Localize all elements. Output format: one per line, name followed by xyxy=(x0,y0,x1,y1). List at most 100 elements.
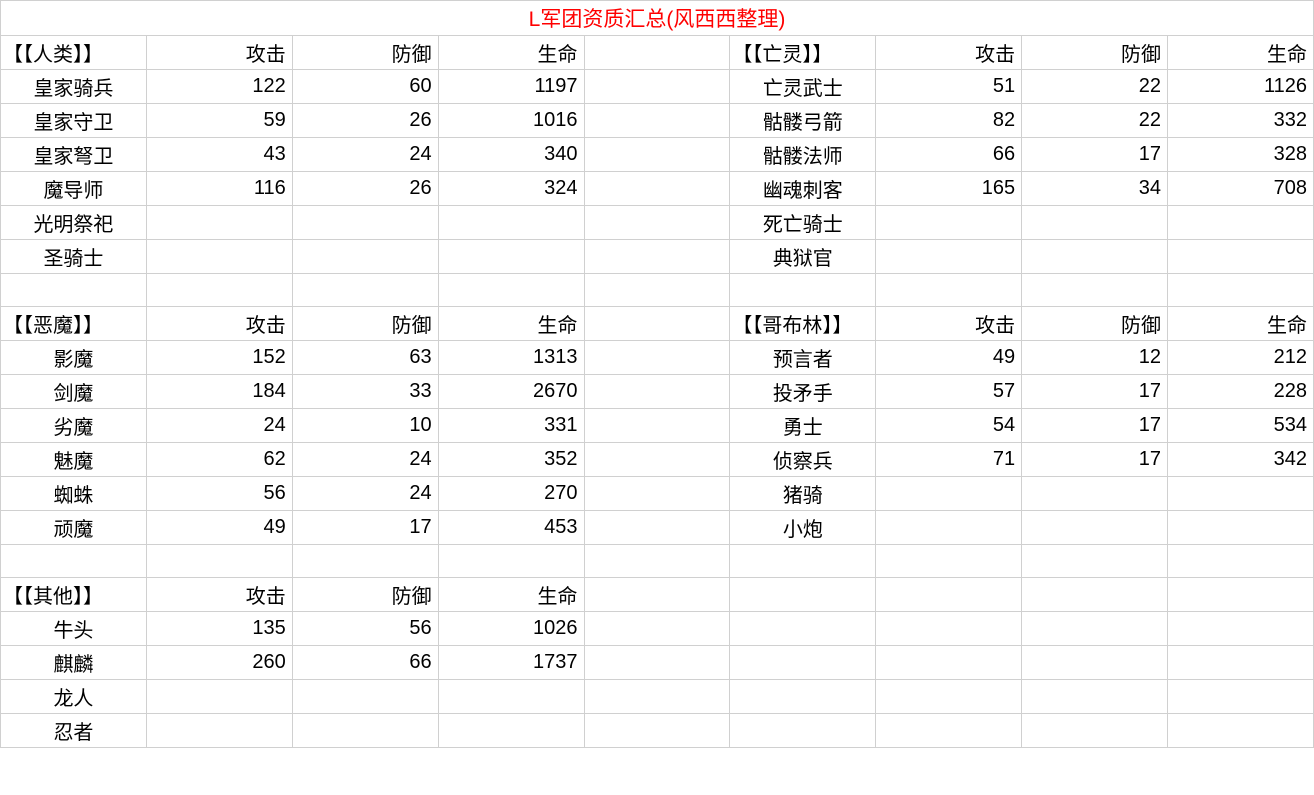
unit-name: 投矛手 xyxy=(730,375,876,409)
col-header-attack: 攻击 xyxy=(146,36,292,70)
col-header-defense: 防御 xyxy=(292,36,438,70)
unit-life: 1197 xyxy=(438,70,584,104)
unit-life xyxy=(1168,646,1314,680)
unit-life: 453 xyxy=(438,511,584,545)
unit-name: 光明祭祀 xyxy=(1,206,147,240)
unit-life: 332 xyxy=(1168,104,1314,138)
unit-defense: 66 xyxy=(292,646,438,680)
table-title: L军团资质汇总(风西西整理) xyxy=(1,1,1314,36)
unit-name: 骷髅弓箭 xyxy=(730,104,876,138)
category-header: 【【人类】】 xyxy=(1,36,147,70)
unit-attack: 71 xyxy=(876,443,1022,477)
unit-life xyxy=(1168,477,1314,511)
spacer xyxy=(584,36,730,70)
unit-defense: 10 xyxy=(292,409,438,443)
spacer xyxy=(584,409,730,443)
unit-attack: 122 xyxy=(146,70,292,104)
col-header-defense: 防御 xyxy=(1022,36,1168,70)
unit-life xyxy=(1168,511,1314,545)
unit-life: 331 xyxy=(438,409,584,443)
spacer xyxy=(584,612,730,646)
unit-defense: 26 xyxy=(292,104,438,138)
category-header: 【【恶魔】】 xyxy=(1,307,147,341)
unit-name: 侦察兵 xyxy=(730,443,876,477)
unit-defense: 17 xyxy=(1022,375,1168,409)
unit-defense: 34 xyxy=(1022,172,1168,206)
unit-attack xyxy=(876,206,1022,240)
unit-name: 典狱官 xyxy=(730,240,876,274)
unit-defense: 22 xyxy=(1022,70,1168,104)
unit-attack: 116 xyxy=(146,172,292,206)
unit-attack: 152 xyxy=(146,341,292,375)
unit-name: 劣魔 xyxy=(1,409,147,443)
unit-attack xyxy=(876,612,1022,646)
unit-name: 影魔 xyxy=(1,341,147,375)
col-header-life: 生命 xyxy=(1168,36,1314,70)
unit-name: 小炮 xyxy=(730,511,876,545)
unit-defense xyxy=(1022,240,1168,274)
unit-life xyxy=(1168,612,1314,646)
unit-name: 骷髅法师 xyxy=(730,138,876,172)
unit-life xyxy=(438,240,584,274)
unit-life xyxy=(438,714,584,748)
unit-life xyxy=(438,680,584,714)
spacer xyxy=(584,172,730,206)
unit-attack xyxy=(146,714,292,748)
unit-life xyxy=(1168,206,1314,240)
unit-name: 剑魔 xyxy=(1,375,147,409)
spacer xyxy=(584,443,730,477)
unit-attack: 43 xyxy=(146,138,292,172)
spacer xyxy=(584,341,730,375)
col-header-attack: 攻击 xyxy=(146,307,292,341)
unit-attack xyxy=(146,240,292,274)
col-header-attack: 攻击 xyxy=(876,36,1022,70)
unit-attack: 59 xyxy=(146,104,292,138)
unit-attack: 49 xyxy=(146,511,292,545)
unit-attack: 82 xyxy=(876,104,1022,138)
unit-attack: 135 xyxy=(146,612,292,646)
unit-life xyxy=(438,206,584,240)
col-header-attack: 攻击 xyxy=(876,307,1022,341)
unit-life: 1016 xyxy=(438,104,584,138)
unit-defense: 17 xyxy=(1022,443,1168,477)
unit-name xyxy=(730,714,876,748)
unit-life: 1126 xyxy=(1168,70,1314,104)
unit-name: 蜘蛛 xyxy=(1,477,147,511)
unit-attack: 165 xyxy=(876,172,1022,206)
unit-life: 324 xyxy=(438,172,584,206)
unit-life: 1026 xyxy=(438,612,584,646)
unit-defense: 24 xyxy=(292,477,438,511)
unit-attack: 62 xyxy=(146,443,292,477)
unit-life xyxy=(1168,714,1314,748)
unit-name: 忍者 xyxy=(1,714,147,748)
unit-attack: 56 xyxy=(146,477,292,511)
unit-name: 勇士 xyxy=(730,409,876,443)
unit-name: 圣骑士 xyxy=(1,240,147,274)
spacer xyxy=(584,240,730,274)
unit-defense xyxy=(1022,646,1168,680)
col-header-attack: 攻击 xyxy=(146,578,292,612)
unit-name: 幽魂刺客 xyxy=(730,172,876,206)
unit-defense xyxy=(1022,680,1168,714)
unit-defense: 33 xyxy=(292,375,438,409)
unit-defense: 60 xyxy=(292,70,438,104)
spacer xyxy=(584,70,730,104)
unit-attack xyxy=(876,680,1022,714)
unit-defense xyxy=(1022,612,1168,646)
unit-name: 皇家守卫 xyxy=(1,104,147,138)
unit-attack xyxy=(876,714,1022,748)
unit-defense xyxy=(292,680,438,714)
unit-attack: 184 xyxy=(146,375,292,409)
unit-defense: 63 xyxy=(292,341,438,375)
spacer xyxy=(584,714,730,748)
unit-name xyxy=(730,680,876,714)
unit-defense xyxy=(292,240,438,274)
col-header-life: 生命 xyxy=(438,36,584,70)
unit-life: 212 xyxy=(1168,341,1314,375)
stats-table: L军团资质汇总(风西西整理)【【人类】】攻击防御生命【【亡灵】】攻击防御生命皇家… xyxy=(0,0,1314,748)
unit-defense xyxy=(1022,511,1168,545)
unit-name: 预言者 xyxy=(730,341,876,375)
unit-life: 328 xyxy=(1168,138,1314,172)
unit-life: 342 xyxy=(1168,443,1314,477)
spacer xyxy=(584,646,730,680)
